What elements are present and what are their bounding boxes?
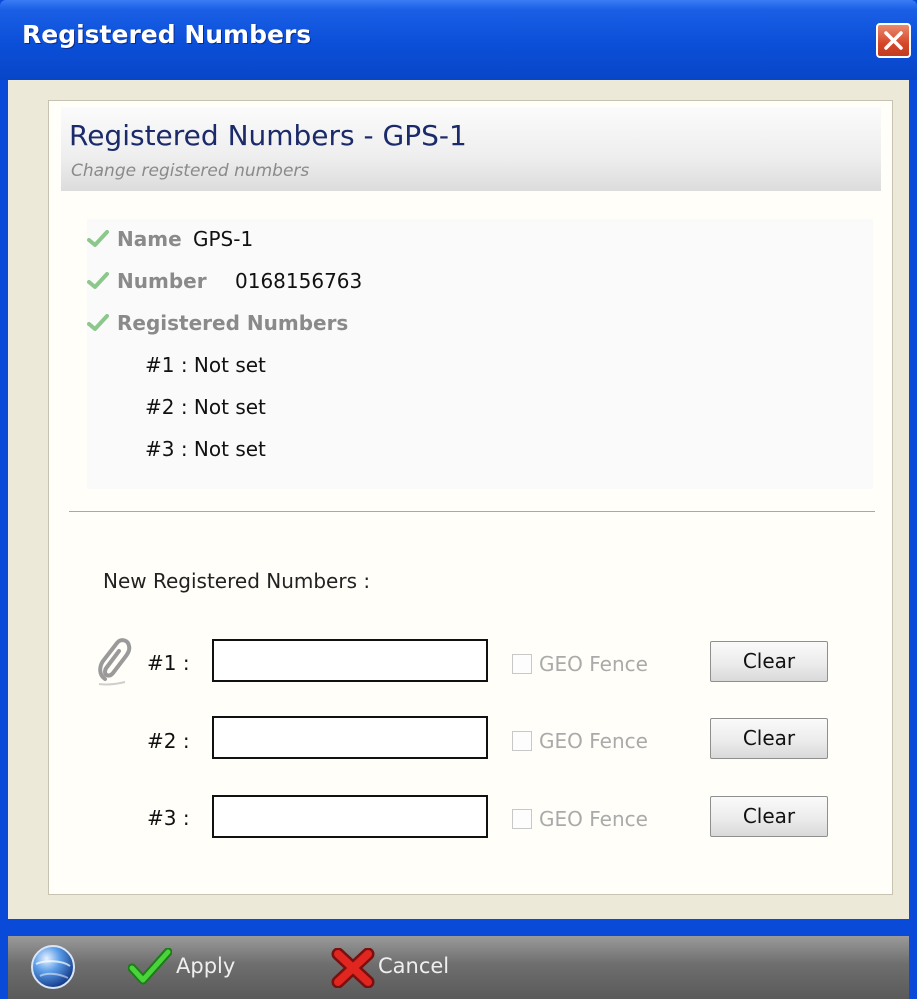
- geo-fence-1-label: GEO Fence: [539, 652, 648, 676]
- geo-fence-3-label: GEO Fence: [539, 807, 648, 831]
- window-title: Registered Numbers: [22, 20, 312, 49]
- registered-number-3: #3 : Not set: [145, 437, 266, 461]
- section-divider: [69, 511, 875, 512]
- registered-numbers-label: Registered Numbers: [117, 311, 349, 335]
- name-value: GPS-1: [193, 227, 254, 251]
- dialog-body: Registered Numbers - GPS-1 Change regist…: [8, 80, 909, 919]
- registered-number-1: #1 : Not set: [145, 353, 266, 377]
- close-icon: [884, 31, 903, 50]
- slot-1-label: #1 :: [147, 651, 190, 675]
- device-info-panel: Name GPS-1 Number 0168156763 Registered …: [87, 219, 873, 489]
- apply-button[interactable]: Apply: [176, 954, 235, 978]
- number-label: Number: [117, 269, 207, 293]
- geo-fence-2-checkbox[interactable]: [512, 731, 532, 751]
- registered-number-3-input[interactable]: [212, 795, 488, 838]
- globe-icon[interactable]: [30, 944, 76, 990]
- clear-2-button[interactable]: Clear: [710, 718, 828, 759]
- content-frame: Registered Numbers - GPS-1 Change regist…: [48, 100, 893, 895]
- check-icon: [87, 272, 109, 289]
- number-value: 0168156763: [235, 269, 363, 293]
- check-icon[interactable]: [128, 948, 172, 986]
- header-band: Registered Numbers - GPS-1 Change regist…: [61, 107, 881, 191]
- registered-number-2: #2 : Not set: [145, 395, 266, 419]
- registered-numbers-window: Registered Numbers Registered Numbers - …: [0, 0, 917, 999]
- cancel-button[interactable]: Cancel: [378, 954, 449, 978]
- header-title: Registered Numbers - GPS-1: [69, 119, 467, 152]
- slot-3-label: #3 :: [147, 806, 190, 830]
- close-button[interactable]: [876, 23, 911, 58]
- number-row: Number 0168156763: [87, 267, 487, 297]
- geo-fence-3-checkbox[interactable]: [512, 809, 532, 829]
- header-subtitle: Change registered numbers: [71, 161, 310, 181]
- cancel-icon[interactable]: [330, 948, 376, 988]
- new-registered-numbers-label: New Registered Numbers :: [103, 569, 371, 593]
- clear-1-button[interactable]: Clear: [710, 641, 828, 682]
- paperclip-icon: [98, 638, 132, 686]
- registered-number-1-input[interactable]: [212, 639, 488, 682]
- geo-fence-2-label: GEO Fence: [539, 729, 648, 753]
- name-row: Name GPS-1: [87, 225, 487, 255]
- footer-toolbar: Apply Cancel: [8, 936, 909, 999]
- registered-numbers-row: Registered Numbers: [87, 309, 487, 339]
- geo-fence-1-checkbox[interactable]: [512, 654, 532, 674]
- registered-number-2-input[interactable]: [212, 716, 488, 759]
- name-label: Name: [117, 227, 182, 251]
- slot-2-label: #2 :: [147, 729, 190, 753]
- clear-3-button[interactable]: Clear: [710, 796, 828, 837]
- title-bar[interactable]: Registered Numbers: [0, 0, 917, 80]
- check-icon: [87, 230, 109, 247]
- check-icon: [87, 314, 109, 331]
